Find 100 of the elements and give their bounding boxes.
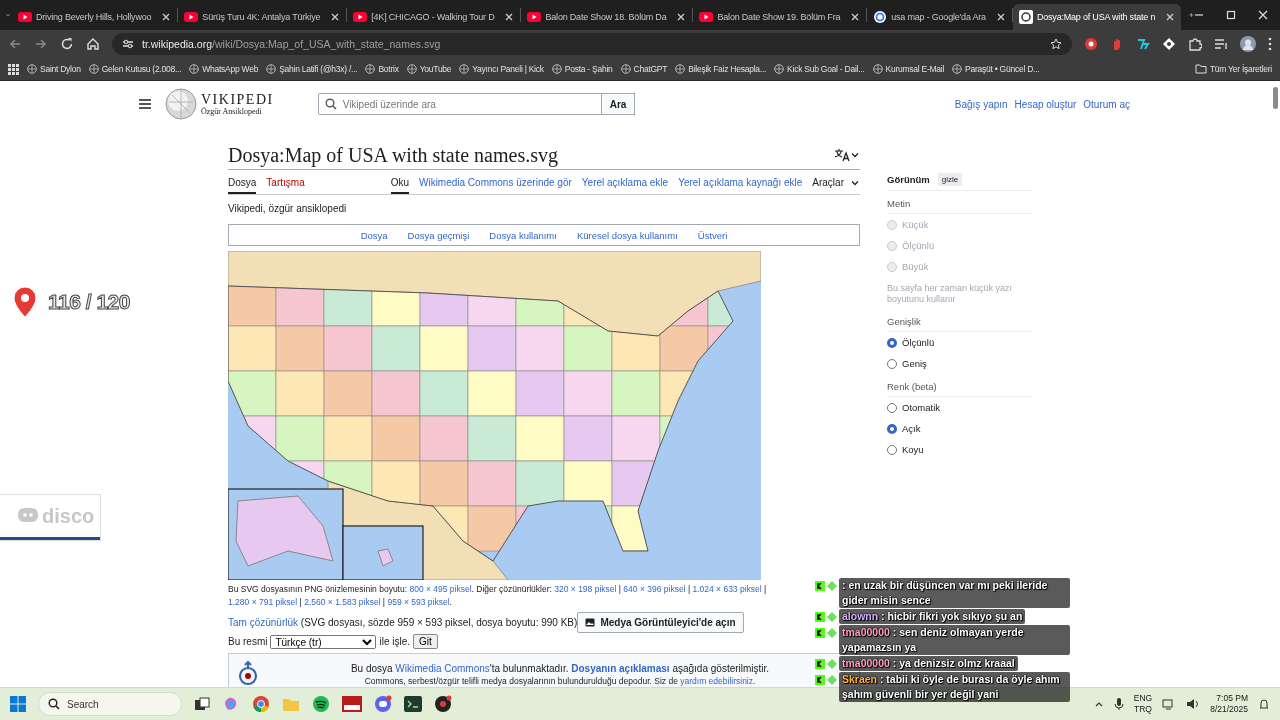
header-link[interactable]: Oturum aç bbox=[1083, 98, 1130, 110]
bookmark[interactable]: Saint Dylon bbox=[27, 64, 81, 74]
file-nav-link[interactable]: Dosya geçmişi bbox=[407, 229, 470, 241]
language-text[interactable]: ENG bbox=[1133, 693, 1153, 704]
notification-bell-icon[interactable] bbox=[1258, 698, 1270, 710]
clock-date[interactable]: 8/21/2025 bbox=[1210, 704, 1248, 715]
media-control-icon[interactable] bbox=[1214, 37, 1228, 51]
scrollbar-thumb[interactable] bbox=[1273, 87, 1278, 109]
bookmark[interactable]: Bileşik Faiz Hesapla... bbox=[675, 64, 767, 74]
view-tab[interactable]: Yerel açıklama kaynağı ekle bbox=[678, 177, 803, 194]
clock-time[interactable]: 7:05 PM bbox=[1216, 693, 1248, 704]
close-icon[interactable] bbox=[161, 12, 172, 22]
link[interactable]: 1.024 × 633 piksel bbox=[692, 584, 762, 594]
language-select[interactable]: Türkçe (tr) bbox=[270, 634, 377, 649]
link[interactable]: 640 × 396 piksel bbox=[623, 584, 686, 594]
link[interactable]: Wikimedia Commons bbox=[395, 662, 490, 674]
app-icon[interactable] bbox=[342, 696, 362, 712]
hide-button[interactable]: gizle bbox=[937, 173, 963, 186]
tune-icon[interactable] bbox=[122, 38, 134, 50]
view-tab[interactable]: Wikimedia Commons üzerinde gör bbox=[418, 177, 572, 194]
bookmark[interactable]: Gelen Kutusu (2.008... bbox=[88, 64, 182, 74]
maximize-icon[interactable] bbox=[1226, 10, 1236, 20]
app-icon[interactable] bbox=[434, 695, 452, 713]
extension-icon[interactable] bbox=[1136, 37, 1150, 51]
taskbar-search[interactable]: Search bbox=[38, 692, 182, 716]
page-tab[interactable]: Dosya bbox=[228, 177, 257, 194]
close-icon[interactable] bbox=[504, 12, 515, 22]
bookmark[interactable]: Botrix bbox=[365, 64, 399, 74]
radio-button[interactable] bbox=[887, 358, 897, 369]
radio-button[interactable] bbox=[887, 402, 897, 413]
browser-tab[interactable]: Balon Date Show 18. Bölüm Da bbox=[521, 4, 693, 30]
bookmark[interactable]: Paraşüt • Güncel D... bbox=[952, 64, 1040, 74]
page-tab[interactable]: Tartışma bbox=[266, 177, 305, 194]
address-field[interactable]: tr.wikipedia.org/wiki/Dosya:Map_of_USA_with_state_names.svg bbox=[112, 33, 1072, 55]
task-view-icon[interactable] bbox=[194, 696, 210, 712]
chat-app-icon[interactable] bbox=[374, 695, 392, 713]
menu-icon[interactable] bbox=[138, 98, 152, 110]
link[interactable]: 959 × 593 piksel bbox=[387, 597, 450, 607]
bookmark[interactable]: ChatGPT bbox=[620, 64, 668, 74]
bookmark[interactable]: Kurumsal E-Mail bbox=[872, 64, 945, 74]
browser-tab[interactable]: Sürüş Turu 4K: Antalya Türkiye bbox=[178, 4, 347, 30]
radio-button[interactable] bbox=[887, 337, 897, 348]
bookmark[interactable]: Yayıncı Paneli | Kick bbox=[459, 64, 544, 74]
volume-icon[interactable] bbox=[1186, 698, 1201, 710]
header-link[interactable]: Bağış yapın bbox=[954, 98, 1008, 110]
close-icon[interactable] bbox=[676, 12, 687, 22]
bookmark[interactable]: YouTube bbox=[406, 64, 452, 74]
reload-icon[interactable] bbox=[60, 37, 74, 51]
browser-tab[interactable]: Balon Date Show 19. Bölüm Fra bbox=[693, 4, 867, 30]
bookmark[interactable]: Posta - Şahin bbox=[551, 64, 613, 74]
terminal-icon[interactable] bbox=[404, 696, 422, 712]
link[interactable]: 320 × 198 piksel bbox=[554, 584, 617, 594]
translate-icon[interactable] bbox=[834, 148, 850, 162]
browser-tab[interactable]: [4K] CHICAGO - Walking Tour D bbox=[347, 4, 521, 30]
file-nav-link[interactable]: Dosya kullanımı bbox=[489, 229, 557, 241]
bookmark[interactable]: Kick Sub Goal - Dail... bbox=[774, 64, 865, 74]
file-nav-link[interactable]: Üstveri bbox=[697, 229, 728, 241]
language-text[interactable]: TRQ bbox=[1134, 704, 1152, 715]
browser-tab[interactable]: usa map - Google'da Ara bbox=[867, 4, 1012, 30]
close-icon[interactable] bbox=[1258, 10, 1268, 20]
back-arrow-icon[interactable] bbox=[8, 37, 22, 51]
puzzle-icon[interactable] bbox=[1188, 37, 1202, 51]
file-nav-link[interactable]: Küresel dosya kullanımı bbox=[576, 229, 678, 241]
radio-button[interactable] bbox=[887, 423, 897, 434]
extension-icon[interactable] bbox=[1162, 37, 1176, 51]
close-icon[interactable] bbox=[995, 12, 1006, 22]
extension-icon[interactable] bbox=[1084, 37, 1098, 51]
wordmark[interactable]: VIKIPEDI bbox=[201, 92, 274, 107]
file-nav-link[interactable]: Dosya bbox=[360, 229, 388, 241]
search-button[interactable]: Ara bbox=[601, 93, 636, 115]
link[interactable]: yardım edebilirsiniz bbox=[680, 675, 753, 686]
radio-button[interactable] bbox=[887, 444, 897, 455]
view-tab[interactable]: Oku bbox=[390, 177, 409, 194]
microphone-icon[interactable] bbox=[1113, 697, 1124, 711]
bookmark-folder[interactable]: Tüm Yer İşaretleri bbox=[1194, 64, 1272, 74]
chevron-down-icon[interactable] bbox=[850, 150, 860, 160]
link[interactable]: Tam çözünürlük bbox=[228, 617, 299, 628]
star-icon[interactable] bbox=[1050, 38, 1062, 50]
go-button[interactable]: Git bbox=[413, 634, 438, 649]
close-icon[interactable] bbox=[850, 12, 861, 22]
link[interactable]: 800 × 495 piksel bbox=[409, 584, 472, 594]
close-icon[interactable] bbox=[1165, 12, 1176, 22]
browser-tab[interactable]: Driving Beverly Hills, Hollywoo bbox=[12, 4, 178, 30]
avatar-icon[interactable] bbox=[1240, 36, 1256, 52]
music-app-icon[interactable] bbox=[312, 695, 330, 713]
bookmark[interactable]: Şahin Latifi (@h3x) /... bbox=[266, 64, 358, 74]
close-icon[interactable] bbox=[330, 12, 341, 22]
bookmark[interactable]: WhatsApp Web bbox=[189, 64, 259, 74]
menu-dots-icon[interactable] bbox=[1268, 37, 1272, 51]
search-field[interactable]: Vikipedi üzerinde ara bbox=[317, 93, 602, 115]
browser-icon[interactable] bbox=[252, 695, 270, 713]
tools-menu[interactable]: Araçlar bbox=[812, 177, 860, 194]
header-link[interactable]: Hesap oluştur bbox=[1014, 98, 1077, 110]
link[interactable]: 2.560 × 1.583 piksel bbox=[304, 597, 381, 607]
media-viewer-button[interactable]: Medya Görüntüleyici'de açın bbox=[577, 612, 744, 633]
home-icon[interactable] bbox=[86, 37, 100, 51]
view-tab[interactable]: Yerel açıklama ekle bbox=[581, 177, 669, 194]
browser-tab[interactable]: Dosya:Map of USA with state n bbox=[1012, 4, 1182, 30]
link[interactable]: 1.280 × 791 piksel bbox=[228, 597, 298, 607]
apps-grid-icon[interactable] bbox=[8, 63, 19, 75]
